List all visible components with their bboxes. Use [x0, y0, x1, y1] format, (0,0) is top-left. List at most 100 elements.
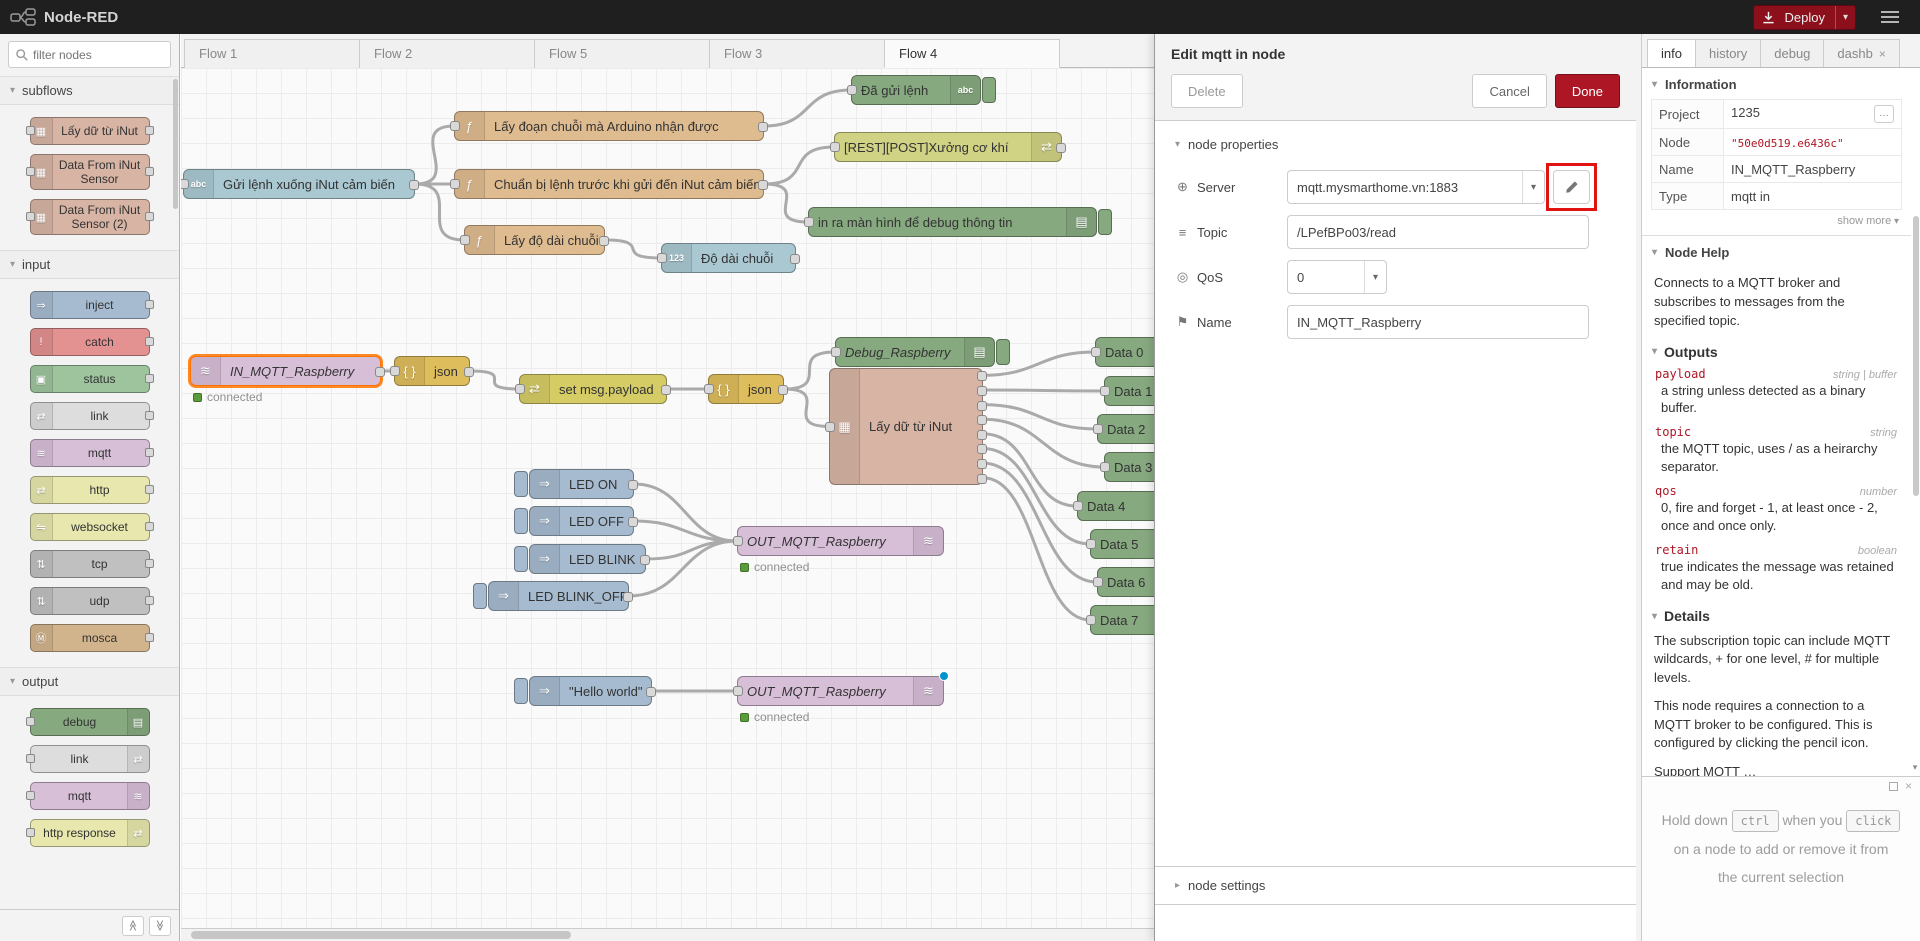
delete-button[interactable]: Delete	[1171, 74, 1243, 108]
node-port-in[interactable]	[26, 126, 35, 135]
flow-node-subflow1[interactable]: ▦Lấy dữ từ iNut	[829, 368, 983, 485]
node-port-out[interactable]	[409, 180, 419, 190]
collapse-all-button[interactable]: ≪	[122, 916, 144, 936]
flow-tab-4[interactable]: Flow 3	[709, 39, 885, 68]
close-icon[interactable]: ×	[1879, 40, 1886, 68]
palette-node[interactable]: !catch	[30, 328, 150, 356]
palette-node[interactable]: ⇒inject	[30, 291, 150, 319]
edit-server-button[interactable]	[1553, 170, 1590, 204]
flow-tab-5[interactable]: Flow 4	[884, 39, 1060, 68]
flow-node-json2[interactable]: { }json	[708, 374, 784, 404]
node-left-button[interactable]	[473, 583, 487, 609]
palette-node[interactable]: ⇅tcp	[30, 550, 150, 578]
flow-tab-3[interactable]: Flow 5	[534, 39, 710, 68]
tab-debug[interactable]: debug	[1760, 39, 1824, 68]
flow-node-data2[interactable]: ▤Data 2	[1097, 414, 1154, 444]
flow-node-gui_lenh[interactable]: abcGửi lệnh xuống iNut cảm biến	[183, 169, 415, 199]
wire[interactable]	[983, 463, 1097, 582]
palette-filter-input[interactable]	[33, 42, 166, 67]
node-port-in[interactable]	[1100, 386, 1110, 396]
palette-node[interactable]: ≋mqtt	[30, 439, 150, 467]
deploy-button[interactable]: Deploy ▾	[1753, 5, 1857, 30]
node-right-button[interactable]	[1098, 209, 1112, 235]
node-port-in[interactable]	[1086, 615, 1096, 625]
node-right-button[interactable]	[996, 339, 1010, 365]
canvas-horizontal-scrollbar[interactable]	[181, 928, 1154, 941]
node-port-in[interactable]	[830, 142, 840, 152]
wire[interactable]	[983, 419, 1104, 467]
outputs-section-header[interactable]: ▾Outputs	[1642, 335, 1911, 364]
sidebar-scrollbar[interactable]: ▾	[1912, 68, 1920, 776]
flow-node-da_gui_lenh[interactable]: abcĐã gửi lệnh	[851, 75, 981, 105]
node-port-out[interactable]	[977, 459, 987, 469]
node-port-out[interactable]	[977, 444, 987, 454]
node-port-in[interactable]	[831, 347, 841, 357]
palette-node[interactable]: ▦Data From iNut Sensor	[30, 154, 150, 190]
node-port-out[interactable]	[145, 411, 154, 420]
node-port-in[interactable]	[704, 384, 714, 394]
node-port-out[interactable]	[628, 480, 638, 490]
node-port-out[interactable]	[758, 122, 768, 132]
node-port-in[interactable]	[847, 85, 857, 95]
tab-history[interactable]: history	[1695, 39, 1761, 68]
flow-node-out_mqtt2[interactable]: ≋OUT_MQTT_Raspberryconnected	[737, 676, 944, 706]
node-port-in[interactable]	[1100, 462, 1110, 472]
palette-scrollbar-thumb[interactable]	[173, 79, 178, 209]
palette-node[interactable]: ⇄http	[30, 476, 150, 504]
palette-node[interactable]: ▣status	[30, 365, 150, 393]
wire[interactable]	[983, 405, 1097, 429]
wire[interactable]	[764, 90, 851, 126]
palette-node[interactable]: ⇋websocket	[30, 513, 150, 541]
wire[interactable]	[764, 147, 834, 184]
node-port-out[interactable]	[628, 517, 638, 527]
flow-node-led_blink[interactable]: ⇒LED BLINK	[529, 544, 646, 574]
node-port-in[interactable]	[1093, 424, 1103, 434]
flow-node-in_ra[interactable]: ▤in ra màn hình để debug thông tin	[808, 207, 1097, 237]
node-port-in[interactable]	[825, 422, 835, 432]
node-port-out[interactable]	[145, 633, 154, 642]
node-left-button[interactable]	[514, 508, 528, 534]
flow-node-led_blink_off[interactable]: ⇒LED BLINK_OFF	[488, 581, 629, 611]
flow-node-data0[interactable]: ▤Data 0	[1095, 337, 1154, 367]
node-port-in[interactable]	[733, 536, 743, 546]
close-tip-icon[interactable]: ×	[1905, 782, 1912, 791]
flow-node-set_payload[interactable]: ⇄set msg.payload	[519, 374, 667, 404]
palette-node[interactable]: ⇅udp	[30, 587, 150, 615]
palette-node[interactable]: ⇄link	[30, 745, 150, 773]
flow-node-do_dai[interactable]: 123Độ dài chuỗi	[661, 243, 796, 273]
node-port-in[interactable]	[26, 828, 35, 837]
node-port-out[interactable]	[145, 596, 154, 605]
node-left-button[interactable]	[514, 546, 528, 572]
node-port-in[interactable]	[733, 686, 743, 696]
palette-node[interactable]: ≋mqtt	[30, 782, 150, 810]
node-port-out[interactable]	[145, 300, 154, 309]
flow-tab-2[interactable]: Flow 2	[359, 39, 535, 68]
main-menu-button[interactable]	[1870, 11, 1910, 23]
flow-node-out_mqtt1[interactable]: ≋OUT_MQTT_Raspberryconnected	[737, 526, 944, 556]
node-port-out[interactable]	[145, 337, 154, 346]
flow-node-hello[interactable]: ⇒"Hello world"	[529, 676, 652, 706]
flow-node-data7[interactable]: ▤Data 7	[1090, 605, 1154, 635]
node-port-in[interactable]	[515, 384, 525, 394]
node-port-out[interactable]	[145, 485, 154, 494]
node-left-button[interactable]	[514, 471, 528, 497]
wire[interactable]	[764, 184, 808, 222]
node-port-out[interactable]	[375, 367, 385, 377]
node-port-in[interactable]	[1091, 347, 1101, 357]
palette-node[interactable]: Ⓜmosca	[30, 624, 150, 652]
canvas-hscroll-thumb[interactable]	[191, 931, 571, 939]
node-port-in[interactable]	[181, 179, 189, 189]
node-port-out[interactable]	[145, 212, 154, 221]
palette-category-input[interactable]: ▾input	[0, 250, 179, 279]
wire[interactable]	[784, 352, 835, 389]
flow-node-lay_doan[interactable]: ƒLấy đoạn chuỗi mà Arduino nhận được	[454, 111, 764, 141]
flow-node-led_on[interactable]: ⇒LED ON	[529, 469, 634, 499]
node-right-button[interactable]	[982, 77, 996, 103]
node-port-in[interactable]	[1073, 501, 1083, 511]
palette-node[interactable]: ▦Lấy dữ từ iNut	[30, 117, 150, 145]
tab-info[interactable]: info	[1647, 39, 1696, 68]
node-port-out[interactable]	[790, 254, 800, 264]
wire[interactable]	[784, 389, 829, 427]
node-settings-section-header[interactable]: ▸ node settings	[1155, 866, 1636, 905]
flow-node-data4[interactable]: ▤Data 4	[1077, 491, 1154, 521]
